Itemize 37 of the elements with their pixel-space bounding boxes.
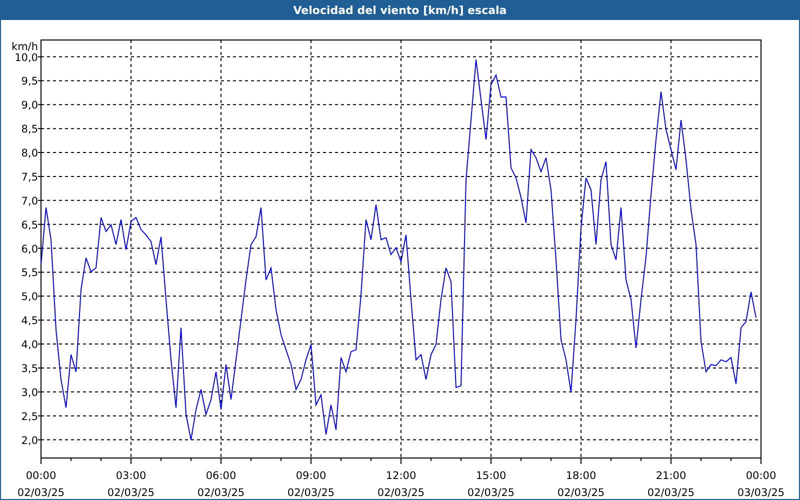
- window-title: Velocidad del viento [km/h] escala: [293, 4, 507, 16]
- y-tick-label: 3,0: [21, 386, 38, 399]
- x-tick-label: 03:00: [116, 470, 146, 482]
- x-tick-label: 21:00: [656, 470, 686, 482]
- y-tick-label: 10,0: [14, 52, 38, 64]
- y-tick-label: 5,5: [21, 267, 38, 280]
- y-tick-label: 2,0: [21, 434, 38, 447]
- x-tick-label: 18:00: [566, 470, 596, 482]
- x-tick-label: 15:00: [476, 470, 506, 482]
- y-tick-label: 4,0: [21, 339, 38, 352]
- y-tick-label: 3,5: [21, 362, 38, 375]
- x-date-label: 02/03/25: [647, 487, 695, 499]
- y-tick-label: 8,0: [21, 148, 38, 160]
- y-tick-label: 9,5: [21, 76, 38, 88]
- x-tick-label: 12:00: [386, 470, 416, 482]
- y-axis-unit: km/h: [11, 41, 38, 53]
- x-date-label: 02/03/25: [467, 487, 515, 499]
- y-tick-label: 9,0: [21, 100, 38, 112]
- x-date-label: 02/03/25: [107, 487, 155, 499]
- y-tick-label: 7,0: [21, 195, 38, 208]
- y-tick-label: 6,5: [21, 219, 38, 232]
- x-date-label: 02/03/25: [17, 487, 65, 499]
- x-tick-label: 09:00: [296, 470, 326, 482]
- y-tick-label: 4,5: [21, 315, 38, 328]
- x-date-label: 02/03/25: [377, 487, 425, 499]
- x-tick-label: 00:00: [26, 470, 56, 482]
- y-tick-label: 8,5: [21, 124, 38, 136]
- x-date-label: 02/03/25: [557, 487, 605, 499]
- x-date-label: 02/03/25: [197, 487, 245, 499]
- x-tick-label: 00:00: [746, 470, 776, 482]
- y-tick-label: 7,5: [21, 171, 38, 184]
- y-tick-label: 6,0: [21, 243, 38, 256]
- x-date-label: 02/03/25: [287, 487, 335, 499]
- y-tick-label: 5,0: [21, 291, 38, 304]
- x-date-label: 03/03/25: [737, 487, 785, 499]
- y-tick-label: 2,5: [21, 410, 38, 423]
- x-tick-label: 06:00: [206, 470, 236, 482]
